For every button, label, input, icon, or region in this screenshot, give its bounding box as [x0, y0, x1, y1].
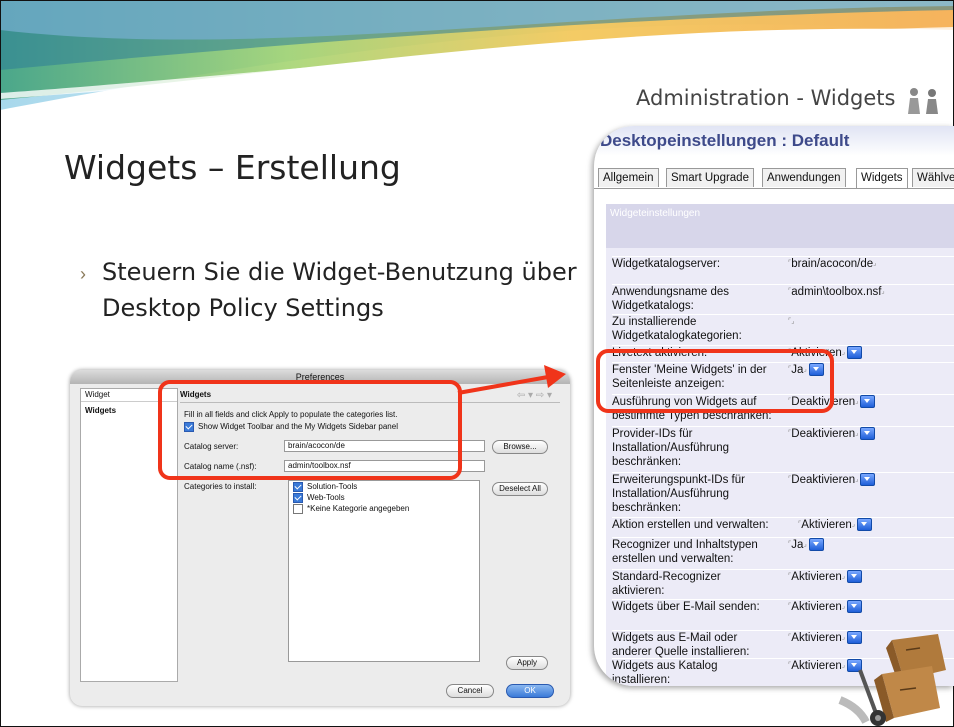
category-checkbox[interactable]	[293, 493, 303, 503]
setting-row: Standard-Recognizer aktivieren: ⌜Aktivie…	[612, 569, 954, 597]
setting-row: Widgetkatalogserver: ⌜brain/acocon/de⌟	[612, 256, 954, 270]
category-label: Solution-Tools	[307, 482, 358, 492]
cancel-button[interactable]: Cancel	[446, 684, 494, 698]
setting-row: Widgets über E-Mail senden: ⌜Aktivieren⌟	[612, 599, 954, 614]
setting-value-text[interactable]: admin\toolbox.nsf	[791, 286, 881, 298]
settings-tabs: Allgemein Smart Upgrade Anwendungen Widg…	[594, 168, 954, 189]
setting-value-text[interactable]: brain/acocon/de	[791, 258, 873, 270]
dropdown-icon[interactable]	[808, 538, 824, 552]
setting-value[interactable]: ⌜Deaktivieren⌟	[788, 427, 876, 441]
dropdown-icon[interactable]	[860, 427, 876, 441]
highlight-preferences-box	[158, 380, 462, 480]
setting-label: Standard-Recognizer aktivieren:	[612, 571, 721, 597]
setting-value[interactable]: ⌜Aktivieren⌟	[788, 600, 863, 614]
setting-value[interactable]: ⌜⌟	[788, 315, 795, 329]
browse-button[interactable]: Browse...	[492, 440, 548, 454]
tab-smart-upgrade[interactable]: Smart Upgrade	[666, 168, 754, 187]
list-item[interactable]: Solution-Tools	[289, 482, 479, 492]
ok-button[interactable]: OK	[506, 684, 554, 698]
tab-anwendungen[interactable]: Anwendungen	[762, 168, 846, 187]
dropdown-icon[interactable]	[860, 395, 876, 409]
slide-title: Widgets – Erstellung	[64, 148, 401, 187]
category-checkbox[interactable]	[293, 482, 303, 492]
setting-value-text[interactable]: Ja	[791, 539, 803, 551]
category-label: *Keine Kategorie angegeben	[307, 504, 410, 514]
setting-label: Widgets aus Katalog installieren:	[612, 660, 718, 686]
setting-label: Widgetkatalogserver:	[612, 258, 721, 270]
categories-list: Solution-Tools Web-Tools *Keine Kategori…	[288, 480, 480, 662]
setting-row: Livetext aktivieren: ⌜Aktivieren⌟	[612, 345, 954, 360]
setting-value[interactable]: ⌜admin\toolbox.nsf⌟	[788, 285, 885, 299]
setting-value[interactable]: ⌜Deaktivieren⌟	[788, 473, 876, 487]
setting-label: Aktion erstellen und verwalten:	[612, 519, 769, 531]
list-item[interactable]: *Keine Kategorie angegeben	[289, 504, 479, 514]
tab-allgemein[interactable]: Allgemein	[598, 168, 659, 187]
boxes-dolly-icon	[838, 634, 946, 726]
setting-row: Zu installierende Widgetkatalogkategorie…	[612, 314, 954, 342]
setting-value[interactable]: ⌜Aktivieren⌟	[788, 570, 863, 584]
tab-widgets[interactable]: Widgets	[856, 168, 908, 188]
setting-label: Erweiterungspunkt-IDs für Installation/A…	[612, 474, 745, 514]
setting-value-text[interactable]: Aktivieren	[791, 601, 842, 613]
dropdown-icon[interactable]	[847, 570, 863, 584]
setting-row: Anwendungsname des Widgetkatalogs: ⌜admi…	[612, 284, 954, 312]
section-title: Administration - Widgets	[636, 86, 896, 110]
bullet-text: Steuern Sie die Widget-Benutzung über De…	[102, 258, 577, 322]
deselect-all-button[interactable]: Deselect All	[492, 482, 548, 496]
setting-row: Aktion erstellen und verwalten: ⌜Aktivie…	[612, 517, 954, 532]
setting-row: Erweiterungspunkt-IDs für Installation/A…	[612, 472, 954, 514]
category-label: Web-Tools	[307, 493, 345, 503]
setting-value[interactable]: ⌜brain/acocon/de⌟	[788, 257, 876, 271]
setting-value-text[interactable]: Aktivieren	[791, 571, 842, 583]
setting-value[interactable]: ⌜Aktivieren⌟	[798, 518, 873, 532]
categories-label: Categories to install:	[184, 482, 257, 491]
setting-row: Provider-IDs für Installation/Ausführung…	[612, 426, 954, 468]
highlight-settings-box	[596, 349, 834, 413]
apply-button[interactable]: Apply	[506, 656, 548, 670]
desktop-settings-title: Desktopeinstellungen : Default	[594, 126, 954, 156]
bullet-arrow-icon: ›	[80, 264, 86, 284]
dropdown-icon[interactable]	[860, 473, 876, 487]
category-checkbox[interactable]	[293, 504, 303, 514]
setting-label: Widgets aus E-Mail oder anderer Quelle i…	[612, 632, 750, 658]
section-header: Widgeteinstellungen	[606, 204, 954, 248]
dropdown-icon[interactable]	[847, 600, 863, 614]
setting-label: Provider-IDs für Installation/Ausführung…	[612, 428, 729, 468]
setting-value-text[interactable]: Deaktivieren	[791, 474, 855, 486]
setting-value-text[interactable]: Aktivieren	[801, 519, 852, 531]
setting-label: Zu installierende Widgetkatalogkategorie…	[612, 316, 742, 342]
setting-label: Recognizer und Inhaltstypen erstellen un…	[612, 539, 758, 565]
nav-arrows-icon[interactable]: ⇦ ▾ ⇨ ▾	[517, 390, 552, 401]
setting-value[interactable]: ⌜Ja⌟	[788, 538, 824, 552]
setting-value-text[interactable]: Deaktivieren	[791, 428, 855, 440]
dropdown-icon[interactable]	[857, 518, 873, 532]
setting-row: Recognizer und Inhaltstypen erstellen un…	[612, 537, 954, 565]
dropdown-icon[interactable]	[847, 346, 863, 360]
people-icon	[908, 88, 938, 114]
setting-label: Anwendungsname des Widgetkatalogs:	[612, 286, 729, 312]
list-item[interactable]: Web-Tools	[289, 493, 479, 503]
setting-label: Widgets über E-Mail senden:	[612, 601, 760, 613]
tab-waehlver[interactable]: Wählver	[912, 168, 954, 187]
